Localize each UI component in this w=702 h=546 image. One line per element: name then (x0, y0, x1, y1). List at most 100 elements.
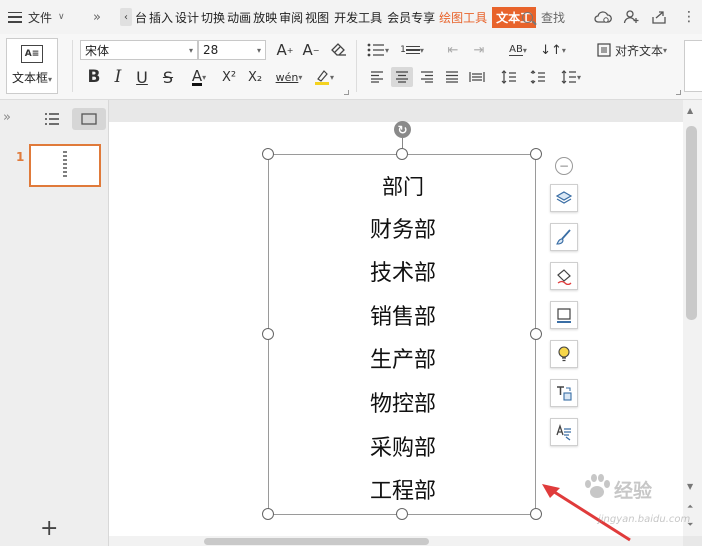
textbox-icon: A≡ (21, 45, 43, 63)
font-dialog-launcher[interactable] (344, 90, 349, 95)
scroll-up-arrow-icon[interactable]: ▲ (687, 106, 693, 115)
align-text-button[interactable]: 对齐文本 ▾ (592, 40, 672, 60)
resize-handle-top-right[interactable] (530, 148, 542, 160)
brush-button[interactable] (550, 223, 578, 251)
fill-button[interactable] (550, 262, 578, 290)
font-size-select[interactable]: 28 ▾ (198, 40, 266, 60)
bold-button[interactable]: B (84, 67, 104, 87)
department-list: 部门 财务部 技术部 销售部 生产部 物控部 采购部 工程部 (269, 169, 537, 518)
resize-handle-top-left[interactable] (262, 148, 274, 160)
resize-handle-bottom-left[interactable] (262, 508, 274, 520)
tab-developer[interactable]: 开发工具 (330, 9, 383, 26)
horizontal-scroll-thumb[interactable] (204, 538, 429, 545)
list-item: 部门 (382, 175, 424, 199)
textbox-button[interactable]: A≡ 文本框▾ (6, 38, 58, 94)
chevron-down-icon: ▾ (384, 45, 389, 55)
subscript-button[interactable]: X₂ (244, 67, 266, 87)
text-effects-icon (556, 423, 571, 441)
vertical-scroll-thumb[interactable] (686, 126, 697, 320)
line-spacing-options-button[interactable]: ▾ (556, 67, 586, 87)
numbered-list-icon (405, 45, 420, 55)
expand-menus-button[interactable]: » (93, 0, 101, 34)
file-menu[interactable]: 文件 ∨ (8, 0, 65, 34)
slide-thumbnail[interactable] (29, 144, 101, 187)
chevron-down-icon: ▾ (561, 45, 566, 55)
rotate-handle[interactable]: ↻ (394, 121, 411, 138)
highlight-button[interactable]: ▾ (310, 67, 338, 87)
thumbnail-view-tab[interactable] (72, 108, 106, 130)
strikethrough-button[interactable]: S (158, 67, 178, 87)
increase-indent-button[interactable]: ⇥ (468, 40, 490, 60)
tab-partial[interactable]: 台 (134, 9, 148, 26)
justify-button[interactable] (441, 67, 463, 87)
add-user-icon[interactable] (622, 8, 640, 26)
list-item: 销售部 (369, 304, 436, 330)
tab-animation[interactable]: 动画 (226, 9, 252, 26)
paragraph-dialog-launcher[interactable] (676, 90, 681, 95)
add-slide-button[interactable]: + (40, 518, 58, 540)
list-item: 技术部 (369, 261, 436, 287)
smart-suggest-button[interactable] (550, 340, 578, 368)
search-button[interactable]: 查找 (522, 0, 565, 34)
spacing-label: AB (509, 44, 523, 56)
chevron-down-icon: ▾ (256, 45, 261, 55)
font-size-value: 28 (203, 43, 219, 57)
outline-view-tab[interactable] (44, 112, 60, 129)
bullet-list-button[interactable]: ▾ (364, 40, 392, 60)
superscript-button[interactable]: X² (218, 67, 240, 87)
underline-button[interactable]: U (132, 67, 152, 87)
numbered-list-button[interactable]: 1 ▾ (398, 40, 426, 60)
tab-drawing-tools[interactable]: 绘图工具 (436, 9, 488, 26)
text-effects-button[interactable] (550, 418, 578, 446)
textbox-label-row: 文本框▾ (12, 69, 52, 86)
ribbon-separator (72, 40, 73, 92)
tab-member[interactable]: 会员专享 (383, 9, 436, 26)
shape-outline-icon (557, 308, 571, 323)
resize-handle-right[interactable] (530, 328, 542, 340)
share-icon[interactable] (650, 8, 668, 26)
tab-transition[interactable]: 切换 (200, 9, 226, 26)
pinyin-guide-button[interactable]: wén ▾ (274, 67, 304, 87)
line-spacing-button[interactable] (498, 67, 520, 87)
tab-review[interactable]: 审阅 (278, 9, 304, 26)
collapse-toolbar-button[interactable]: − (555, 157, 573, 175)
outline-button[interactable] (550, 301, 578, 329)
align-right-button[interactable] (416, 67, 438, 87)
more-options-icon[interactable]: ⋮ (680, 8, 698, 26)
tab-insert[interactable]: 插入 (148, 9, 174, 26)
align-center-button[interactable] (391, 67, 413, 87)
resize-handle-top[interactable] (396, 148, 408, 160)
font-name-select[interactable]: 宋体 ▾ (80, 40, 198, 60)
distribute-icon (469, 72, 485, 82)
resize-handle-left[interactable] (262, 328, 274, 340)
search-icon (522, 11, 533, 23)
tab-slideshow[interactable]: 放映 (252, 9, 278, 26)
paragraph-spacing-button[interactable] (527, 67, 549, 87)
align-left-button[interactable] (366, 67, 388, 87)
italic-button[interactable]: I (108, 67, 128, 87)
character-spacing-button[interactable]: AB ▾ (504, 40, 532, 60)
list-item: 生产部 (369, 348, 436, 374)
tab-design[interactable]: 设计 (174, 9, 200, 26)
department-textbox[interactable]: 部门 财务部 技术部 销售部 生产部 物控部 采购部 工程部 (268, 154, 536, 515)
font-color-button[interactable]: A ▾ (184, 67, 214, 87)
distribute-button[interactable] (466, 67, 488, 87)
slide-thumbnail-content (63, 151, 67, 177)
tab-view[interactable]: 视图 (304, 9, 330, 26)
cloud-sync-icon[interactable] (594, 8, 612, 26)
resize-handle-bottom[interactable] (396, 508, 408, 520)
list-item: 采购部 (369, 435, 436, 461)
decrease-indent-button[interactable]: ⇤ (442, 40, 464, 60)
text-direction-button[interactable]: ↓↑ ▾ (540, 40, 566, 60)
text-wrap-button[interactable] (550, 379, 578, 407)
chevron-down-icon: ▾ (298, 72, 303, 82)
expand-panel-button[interactable]: » (3, 110, 11, 125)
decrease-font-size-button[interactable]: A − (300, 40, 322, 60)
clear-format-button[interactable] (328, 40, 350, 60)
layer-button[interactable] (550, 184, 578, 212)
increase-font-size-button[interactable]: A + (274, 40, 296, 60)
style-gallery-preview[interactable] (684, 40, 702, 92)
tabs-scroll-left-button[interactable]: ‹ (120, 8, 132, 26)
highlighter-icon (314, 70, 329, 85)
slide-thumbnail-icon (81, 113, 97, 125)
